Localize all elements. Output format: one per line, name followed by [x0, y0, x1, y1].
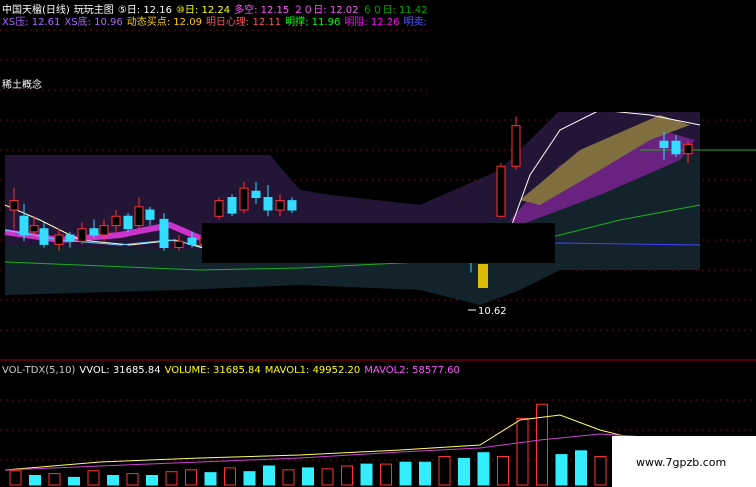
volume-bar [575, 450, 587, 486]
volume-bar [302, 467, 314, 486]
candle-body [187, 237, 197, 245]
volume-bar [477, 452, 490, 486]
volume-bar [165, 471, 178, 486]
volume-bar [146, 475, 158, 486]
volume-bar [48, 473, 61, 486]
candle-body [287, 200, 297, 211]
candle-body [99, 225, 109, 236]
volume-bar [438, 456, 451, 486]
volume-bar [321, 468, 334, 486]
volume-legend-item-2: VOLUME: 31685.84 [164, 365, 261, 376]
candle-body [54, 234, 64, 245]
volume-bar [87, 470, 100, 486]
volume-legend-item-4: MAVOL2: 58577.60 [364, 365, 460, 376]
candle-body [123, 215, 133, 230]
candle-body [659, 140, 669, 148]
candle-body [65, 234, 75, 242]
candle-body [159, 218, 169, 248]
candle-body [39, 228, 49, 245]
volume-bar [185, 469, 197, 486]
volume-legend-item-1: VVOL: 31685.84 [79, 365, 161, 376]
volume-legend-row: VOL-TDX(5,10) VVOL: 31685.84 VOLUME: 31685… [2, 365, 464, 376]
candle-body [77, 228, 87, 242]
stock-chart-window: 10.62 中国天楹(日线) 玩玩主图 ⑤日: 12.16 ⑩日: 12.24 多空: … [0, 0, 756, 487]
redaction-block-middle [202, 223, 555, 263]
indicator-legend-row2: XS压: 12.61 XS底: 10.96 动态买点: 12.09 明日心理: 12.… [2, 13, 456, 28]
candle-body [111, 215, 121, 227]
candle-body [145, 209, 155, 220]
redaction-block-top [427, 0, 756, 112]
volume-bar [263, 465, 275, 486]
volume-bar [419, 461, 431, 486]
volume-bar [224, 467, 236, 486]
candle-body [19, 215, 29, 236]
volume-bar [555, 454, 568, 486]
volume-bar [204, 472, 217, 486]
volume-bar [282, 469, 295, 486]
candle-body [671, 140, 681, 155]
candle-body [214, 200, 224, 217]
sector-label: 稀土概念 [2, 80, 42, 91]
candle-body [227, 197, 237, 214]
low-price-label: 10.62 [478, 306, 507, 317]
volume-bar [126, 473, 139, 486]
candle-body [263, 197, 273, 211]
legend2-item-5: 明阻: 12.26 [344, 17, 400, 28]
highlight-candle [478, 264, 488, 288]
candle-body [251, 190, 261, 198]
volume-bar [380, 463, 392, 486]
volume-bar [399, 461, 412, 486]
watermark-text: www.7gpzb.com [636, 456, 727, 469]
legend2-item-2: 动态买点: 12.09 [126, 17, 202, 28]
candle-body [239, 187, 249, 211]
volume-bar [68, 476, 80, 486]
volume-bar [9, 470, 22, 486]
volume-bar [360, 463, 373, 486]
volume-bar [107, 475, 119, 486]
candle-body [134, 206, 144, 227]
volume-bar [594, 456, 607, 486]
candle-body [174, 240, 184, 248]
volume-bar [497, 456, 509, 486]
volume-bar [243, 471, 256, 486]
legend2-item-1: XS底: 10.96 [64, 17, 123, 28]
volume-bar [458, 457, 470, 486]
candle-body [275, 200, 285, 211]
volume-bar [29, 475, 41, 486]
candle-body [683, 143, 693, 155]
candle-body [29, 225, 39, 233]
legend2-item-0: XS压: 12.61 [2, 17, 61, 28]
volume-legend-item-0: VOL-TDX(5,10) [2, 365, 76, 376]
volume-legend-item-3: MAVOL1: 49952.20 [264, 365, 361, 376]
candle-body [511, 125, 521, 167]
candle-body [496, 165, 506, 217]
volume-bar [341, 465, 353, 486]
legend2-item-4: 明撑: 11.96 [285, 17, 341, 28]
legend2-item-3: 明日心理: 12.11 [205, 17, 282, 28]
candle-body [9, 200, 19, 211]
candle-body [89, 228, 99, 236]
volume-bar [516, 418, 529, 486]
